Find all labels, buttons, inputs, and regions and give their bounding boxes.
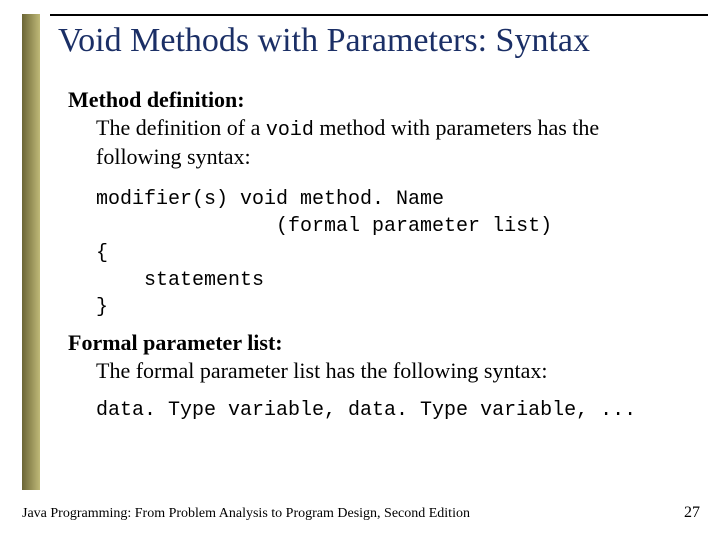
- syntax-code-block: modifier(s) void method. Name (formal pa…: [96, 186, 690, 321]
- formal-parameter-desc: The formal parameter list has the follow…: [96, 357, 690, 385]
- method-definition-desc: The definition of a void method with par…: [96, 114, 690, 171]
- formal-parameter-block: Formal parameter list: The formal parame…: [68, 329, 690, 384]
- code-line-1: modifier(s) void method. Name: [96, 186, 690, 213]
- code-line-4: statements: [96, 267, 690, 294]
- slide-content: Method definition: The definition of a v…: [68, 86, 690, 423]
- side-accent-bar: [22, 14, 40, 490]
- footer-text: Java Programming: From Problem Analysis …: [22, 506, 470, 522]
- code-line-3: {: [96, 240, 690, 267]
- page-number: 27: [684, 504, 700, 522]
- method-definition-block: Method definition: The definition of a v…: [68, 86, 690, 170]
- code-line-2: (formal parameter list): [96, 213, 690, 240]
- desc-pre: The definition of a: [96, 115, 266, 140]
- method-definition-label: Method definition:: [68, 86, 690, 114]
- top-divider: [50, 14, 708, 16]
- formal-parameter-label: Formal parameter list:: [68, 329, 690, 357]
- void-keyword: void: [266, 119, 314, 142]
- code-line-5: }: [96, 294, 690, 321]
- parameter-syntax-code: data. Type variable, data. Type variable…: [96, 398, 690, 423]
- slide: Void Methods with Parameters: Syntax Met…: [0, 0, 720, 540]
- slide-title: Void Methods with Parameters: Syntax: [58, 22, 590, 60]
